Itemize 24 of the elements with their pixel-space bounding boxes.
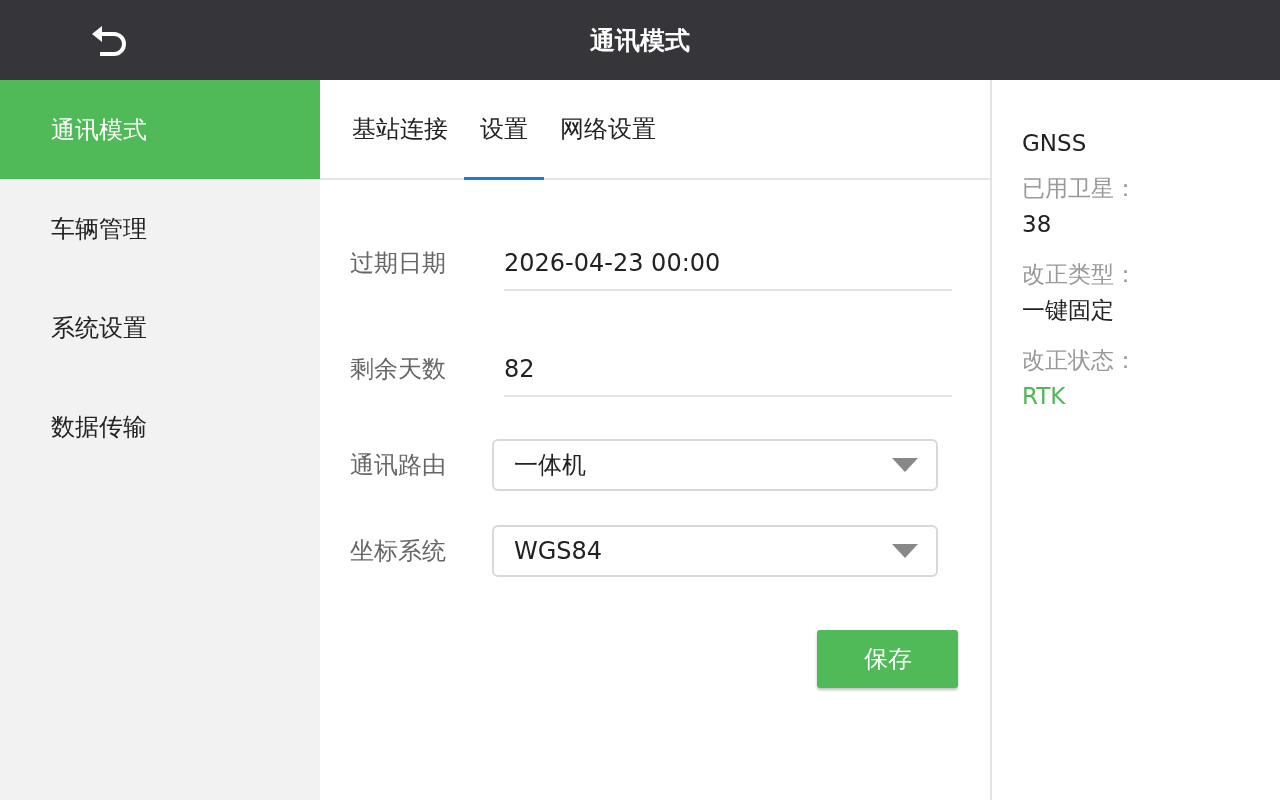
status-label: 改正类型： <box>1022 260 1138 289</box>
input-field[interactable]: 82 <box>504 341 952 397</box>
tab[interactable]: 基站连接 <box>336 80 464 180</box>
caret-icon <box>892 458 918 472</box>
tab[interactable]: 网络设置 <box>544 80 672 180</box>
status-value: 38 <box>1022 210 1053 239</box>
sidebar-item[interactable]: 数据传输 <box>0 377 320 476</box>
dropdown[interactable]: 一体机 <box>492 439 938 491</box>
dropdown[interactable]: WGS84 <box>492 525 938 577</box>
status-value: RTK <box>1022 382 1067 411</box>
sidebar-item[interactable]: 系统设置 <box>0 278 320 377</box>
field-label: 过期日期 <box>350 248 447 279</box>
screen-title: 通讯模式 <box>590 24 690 57</box>
field-label: 剩余天数 <box>350 354 447 385</box>
field-label: 坐标系统 <box>350 536 447 567</box>
input-field[interactable]: 2026-04-23 00:00 <box>504 235 952 291</box>
caret-icon <box>892 544 918 558</box>
tab[interactable]: 设置 <box>464 80 544 180</box>
status-value: 一键固定 <box>1022 296 1115 325</box>
field-label: 通讯路由 <box>350 450 447 481</box>
sidebar-item[interactable]: 车辆管理 <box>0 179 320 278</box>
panel-title: GNSS <box>1022 130 1088 156</box>
status-label: 改正状态： <box>1022 346 1138 375</box>
status-label: 已用卫星： <box>1022 174 1138 203</box>
